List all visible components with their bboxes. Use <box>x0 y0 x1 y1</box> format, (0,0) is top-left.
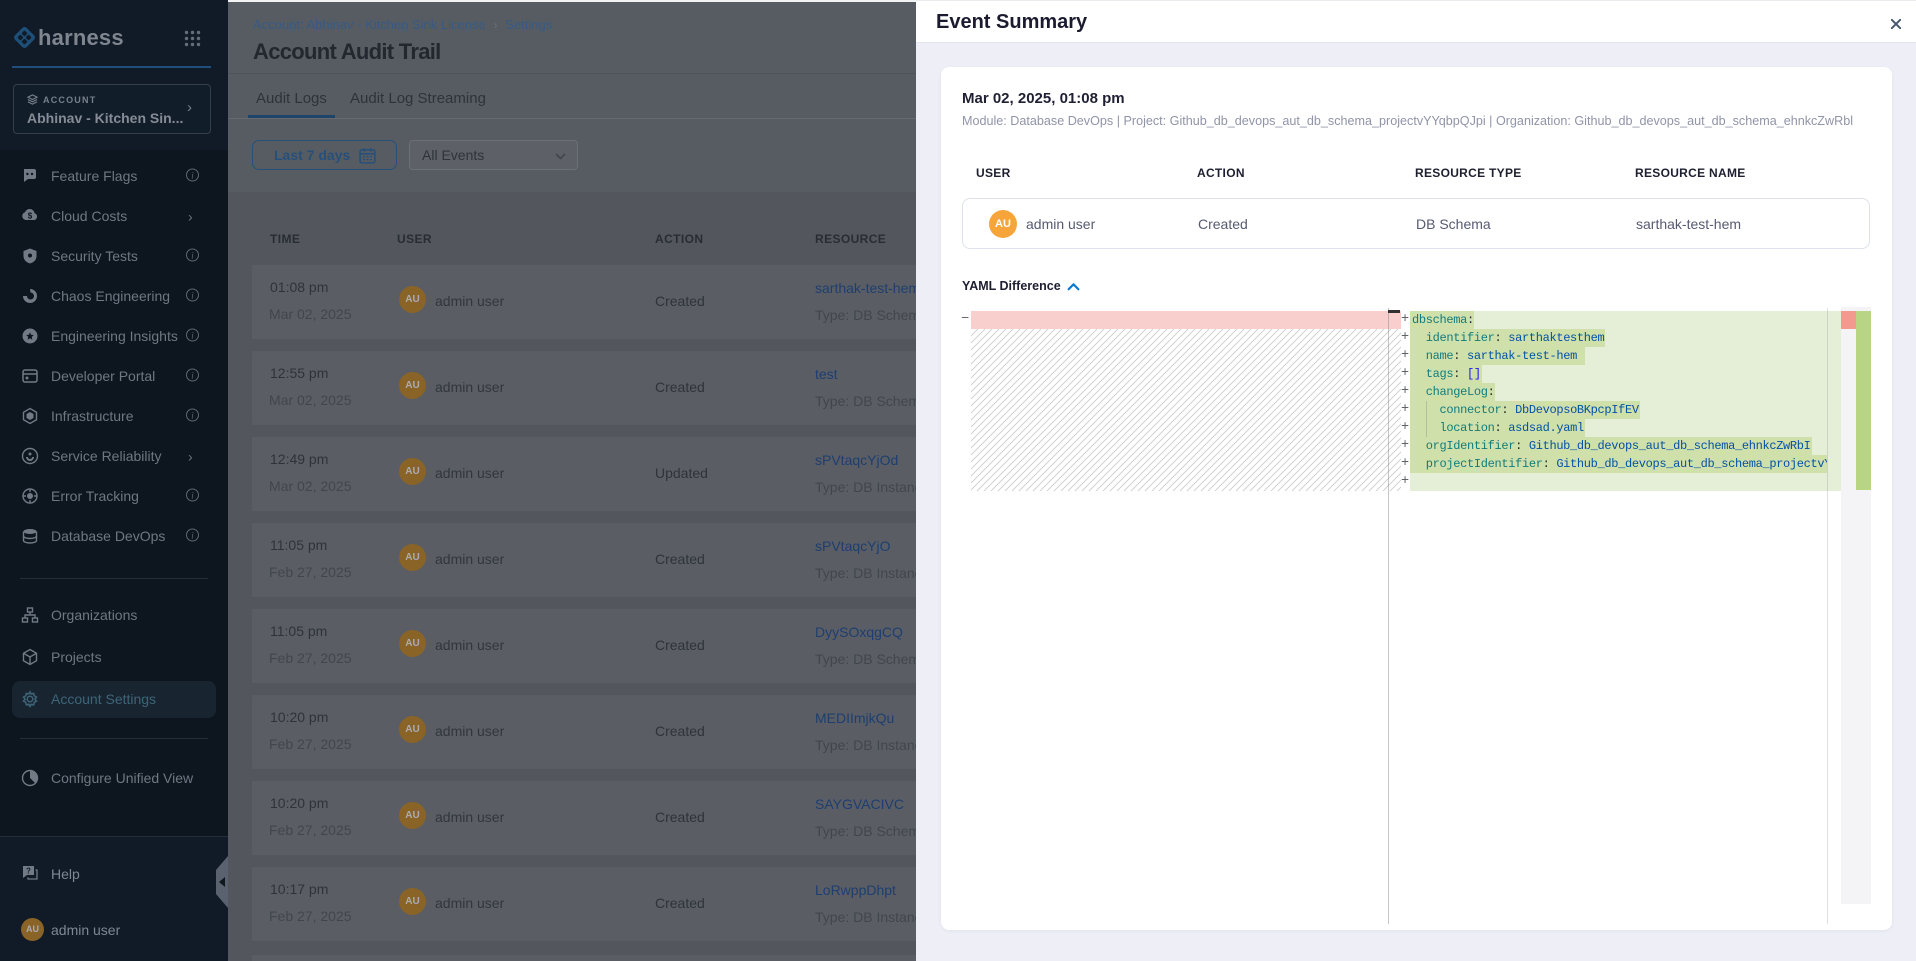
svg-text:$: $ <box>28 212 33 221</box>
svg-text:?: ? <box>26 867 31 876</box>
